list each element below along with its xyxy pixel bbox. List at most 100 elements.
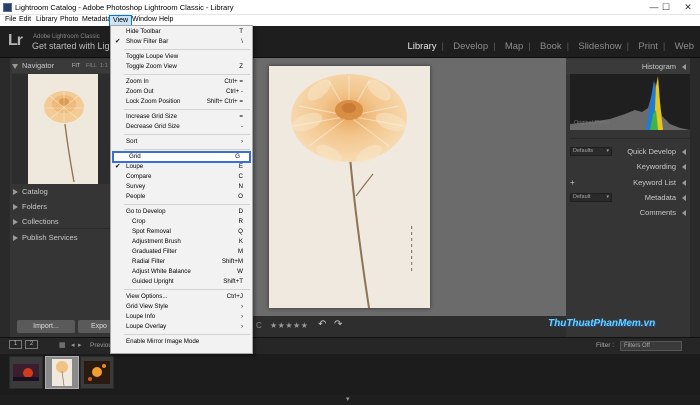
- view-menu-item-lock-zoom-position[interactable]: Lock Zoom Position Shift+ Ctrl+ =: [111, 97, 252, 107]
- import-button[interactable]: Import...: [17, 320, 75, 333]
- menu-item-shortcut: T: [239, 28, 243, 35]
- bottom-collapse-icon[interactable]: ▾: [346, 395, 350, 403]
- histogram-header[interactable]: Histogram: [566, 59, 690, 74]
- view-menu-item-adjustment-brush[interactable]: Adjustment Brush K: [111, 237, 252, 247]
- menu-item-shortcut: M: [237, 248, 243, 255]
- navigator-thumbnail[interactable]: [28, 74, 98, 184]
- collections-label: Collections: [22, 217, 59, 226]
- view-menu-item-radial-filter[interactable]: Radial Filter Shift+M: [111, 257, 252, 267]
- right-panel-gutter[interactable]: [690, 58, 700, 337]
- quick-develop-preset-select[interactable]: Defaults: [570, 147, 612, 156]
- metadata-preset-select[interactable]: Default: [570, 193, 612, 202]
- view-menu-item-decrease-grid-size[interactable]: Decrease Grid Size -: [111, 122, 252, 132]
- menu-item-shortcut: Shift+M: [221, 258, 243, 265]
- view-menu-item-graduated-filter[interactable]: Graduated Filter M: [111, 247, 252, 257]
- menu-item-shortcut: Ctrl+ -: [225, 88, 243, 95]
- view-menu-item-compare[interactable]: Compare C: [111, 172, 252, 182]
- filmstrip-thumbnail[interactable]: [80, 356, 114, 389]
- navigator-zoom[interactable]: 1:1: [100, 59, 108, 73]
- menu-separator: [124, 149, 250, 150]
- view-menu-item-go-to-develop[interactable]: Go to Develop D: [111, 207, 252, 217]
- lightroom-logo: Lr: [8, 32, 23, 49]
- view-menu-item-grid-view-style[interactable]: Grid View Style ›: [111, 302, 252, 312]
- view-menu-item-loupe[interactable]: ✔ Loupe E: [111, 162, 252, 172]
- close-button[interactable]: ✕: [677, 1, 699, 14]
- submenu-arrow-icon: ›: [240, 323, 243, 330]
- nav-back-icon[interactable]: ◂: [71, 341, 75, 349]
- menu-item-label: Enable Mirror Image Mode: [126, 338, 200, 345]
- module-slideshow[interactable]: Slideshow: [578, 41, 621, 52]
- flower-photo-image: [269, 66, 430, 308]
- view-menu-item-survey[interactable]: Survey N: [111, 182, 252, 192]
- grid-view-icon[interactable]: ▦: [59, 341, 66, 349]
- navigator-fill[interactable]: FILL: [86, 59, 97, 73]
- comments-header[interactable]: Comments: [566, 205, 690, 220]
- module-map[interactable]: Map: [505, 41, 523, 52]
- menu-library[interactable]: Library: [36, 16, 57, 23]
- filmstrip-thumbnail[interactable]: [9, 356, 43, 389]
- original-photo-label[interactable]: Original Photo: [574, 120, 609, 126]
- left-panel-gutter[interactable]: [0, 58, 10, 337]
- view-menu-item-adjust-white-balance[interactable]: Adjust White Balance W: [111, 267, 252, 277]
- quick-develop-label: Quick Develop: [627, 147, 676, 156]
- main-photo[interactable]: [269, 66, 430, 308]
- menu-photo[interactable]: Photo: [60, 16, 78, 23]
- view-menu-item-people[interactable]: People O: [111, 192, 252, 202]
- filmstrip-page-1[interactable]: 1: [9, 340, 22, 349]
- menu-file[interactable]: File: [5, 16, 16, 23]
- star-rating[interactable]: ★★★★★: [270, 321, 308, 330]
- view-menu-item-loupe-info[interactable]: Loupe Info ›: [111, 312, 252, 322]
- add-keyword-icon[interactable]: +: [570, 175, 575, 190]
- view-menu-item-show-filter-bar[interactable]: ✔ Show Filter Bar \: [111, 37, 252, 47]
- keyword-list-header[interactable]: + Keyword List: [566, 175, 690, 190]
- view-menu-item-guided-upright[interactable]: Guided Upright Shift+T: [111, 277, 252, 287]
- filter-select[interactable]: Filters Off: [620, 341, 682, 351]
- nav-forward-icon[interactable]: ▸: [78, 341, 82, 349]
- menu-metadata[interactable]: Metadata: [82, 16, 111, 23]
- keywording-header[interactable]: Keywording: [566, 159, 690, 174]
- rotate-left-icon[interactable]: ↶: [318, 319, 326, 330]
- view-menu-item-increase-grid-size[interactable]: Increase Grid Size =: [111, 112, 252, 122]
- checkmark-icon: ✔: [115, 163, 121, 170]
- module-web[interactable]: Web: [675, 41, 694, 52]
- menu-item-label: Decrease Grid Size: [126, 123, 180, 130]
- view-menu-item-view-options[interactable]: View Options... Ctrl+J: [111, 292, 252, 302]
- view-menu-item-toggle-loupe-view[interactable]: Toggle Loupe View: [111, 52, 252, 62]
- metadata-preset-value: Default: [573, 194, 591, 200]
- menu-item-label: Toggle Loupe View: [126, 53, 179, 60]
- histogram-label: Histogram: [641, 62, 676, 71]
- view-menu-item-sort[interactable]: Sort ›: [111, 137, 252, 147]
- filmstrip-thumbnail-selected[interactable]: [45, 356, 79, 389]
- view-menu-item-crop[interactable]: Crop R: [111, 217, 252, 227]
- module-print[interactable]: Print: [638, 41, 658, 52]
- menu-help[interactable]: Help: [159, 16, 173, 23]
- module-book[interactable]: Book: [540, 41, 562, 52]
- view-menu-item-loupe-overlay[interactable]: Loupe Overlay ›: [111, 322, 252, 332]
- catalog-panel-header[interactable]: Catalog: [12, 185, 110, 199]
- collections-panel-header[interactable]: Collections: [12, 215, 110, 229]
- histogram[interactable]: Original Photo: [570, 74, 690, 130]
- maximize-button[interactable]: ☐: [655, 1, 677, 14]
- publish-services-panel-header[interactable]: Publish Services: [12, 231, 110, 245]
- navigator-fit[interactable]: FIT: [72, 59, 80, 73]
- menu-edit[interactable]: Edit: [19, 16, 31, 23]
- bottom-panel-toggle[interactable]: ▾: [0, 395, 700, 405]
- flower-preview-image: [28, 74, 98, 184]
- navigator-header[interactable]: Navigator FIT FILL 1:1: [12, 59, 110, 73]
- view-menu-item-spot-removal[interactable]: Spot Removal Q: [111, 227, 252, 237]
- menu-item-label: Go to Develop: [126, 208, 166, 215]
- module-library[interactable]: Library: [408, 41, 437, 52]
- rotate-right-icon[interactable]: ↷: [334, 319, 342, 330]
- previous-import-label[interactable]: Previou: [90, 342, 112, 349]
- folders-panel-header[interactable]: Folders: [12, 200, 110, 214]
- menu-window[interactable]: Window: [132, 16, 157, 23]
- module-develop[interactable]: Develop: [453, 41, 488, 52]
- view-menu-item-enable-mirror-image-mode[interactable]: Enable Mirror Image Mode: [111, 337, 252, 347]
- view-menu-item-zoom-in[interactable]: Zoom In Ctrl+ =: [111, 77, 252, 87]
- view-menu-item-hide-toolbar[interactable]: Hide Toolbar T: [111, 27, 252, 37]
- menu-item-shortcut: Q: [238, 228, 243, 235]
- view-menu-item-toggle-zoom-view[interactable]: Toggle Zoom View Z: [111, 62, 252, 72]
- filmstrip-page-2[interactable]: 2: [25, 340, 38, 349]
- menu-item-shortcut: Ctrl+ =: [224, 78, 243, 85]
- view-menu-item-zoom-out[interactable]: Zoom Out Ctrl+ -: [111, 87, 252, 97]
